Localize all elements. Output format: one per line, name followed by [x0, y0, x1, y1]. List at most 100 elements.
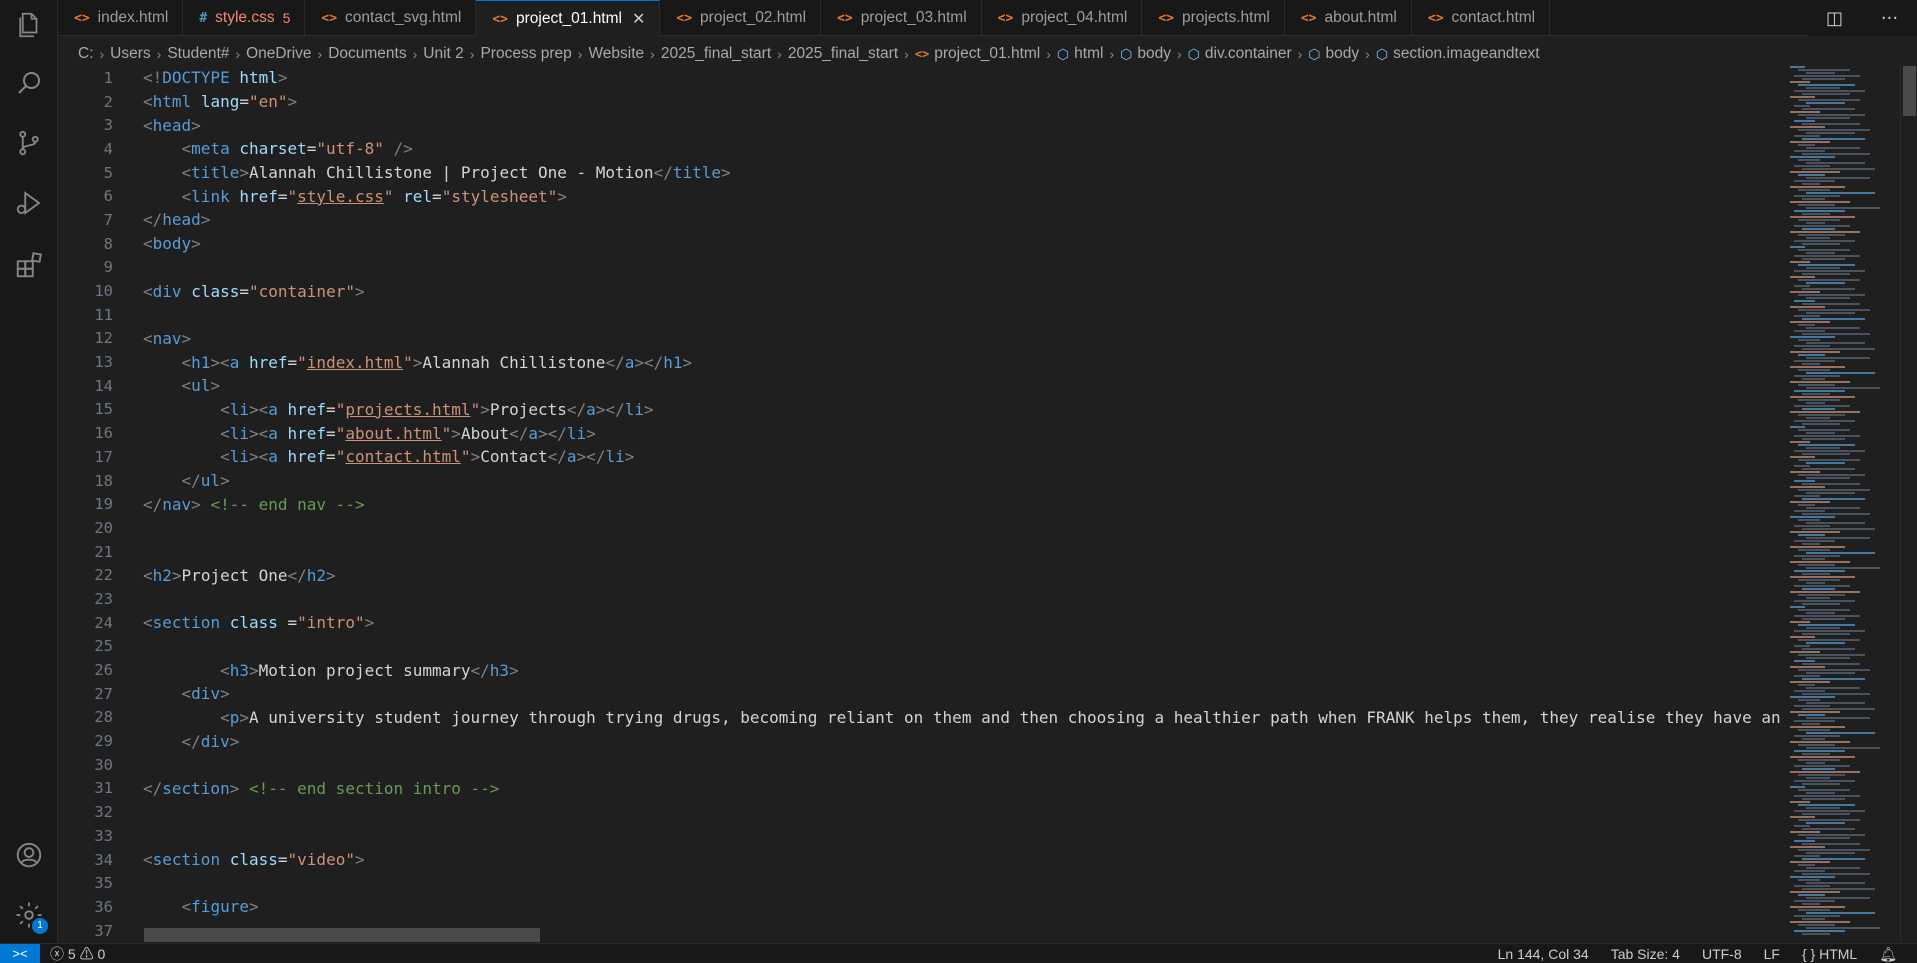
code-line[interactable]: 17 <li><a href="contact.html">Contact</a…	[58, 445, 1780, 469]
code-line[interactable]: 36 <figure>	[58, 895, 1780, 919]
tab-size[interactable]: Tab Size: 4	[1611, 946, 1680, 962]
code-line[interactable]: 10 <div class="container">	[58, 279, 1780, 303]
cursor-position[interactable]: Ln 144, Col 34	[1498, 946, 1589, 962]
source-control-icon[interactable]	[12, 126, 46, 160]
code-line[interactable]: 21	[58, 540, 1780, 564]
extensions-icon[interactable]	[12, 248, 46, 282]
minimap-line	[1798, 849, 1870, 851]
vertical-scrollbar[interactable]	[1900, 66, 1917, 943]
minimap[interactable]	[1780, 66, 1900, 943]
code-line[interactable]: 3 <head>	[58, 113, 1780, 137]
code-line[interactable]: 1 <!DOCTYPE html>	[58, 66, 1780, 90]
breadcrumb-item[interactable]: 2025_final_start ›	[661, 45, 788, 63]
breadcrumb-item[interactable]: ⬡ body ›	[1120, 45, 1188, 63]
encoding[interactable]: UTF-8	[1702, 946, 1742, 962]
account-icon[interactable]	[12, 838, 46, 872]
code-line[interactable]: 30	[58, 753, 1780, 777]
vertical-scrollbar-thumb[interactable]	[1903, 66, 1916, 116]
code-line[interactable]: 27 <div>	[58, 682, 1780, 706]
code-line[interactable]: 33	[58, 824, 1780, 848]
minimap-line	[1790, 546, 1845, 548]
tab-1[interactable]: # style.css 5	[183, 0, 306, 36]
code-line[interactable]: 35	[58, 871, 1780, 895]
problems-indicator[interactable]: ⓧ 5 ⚠ 0	[50, 944, 105, 963]
explorer-icon[interactable]	[12, 8, 46, 42]
code-line[interactable]: 14 <ul>	[58, 374, 1780, 398]
code-text: <div>	[181, 684, 230, 704]
minimap-line	[1806, 417, 1830, 419]
tab-5[interactable]: <> project_03.html	[821, 0, 982, 36]
tab-6[interactable]: <> project_04.html	[982, 0, 1143, 36]
breadcrumb-item[interactable]: 2025_final_start ›	[788, 45, 915, 63]
breadcrumb-item[interactable]: <> project_01.html ›	[915, 45, 1057, 63]
breadcrumb-item[interactable]: C: ›	[78, 45, 110, 63]
tab-problem-count: 5	[282, 10, 291, 26]
code-line[interactable]: 28 <p>A university student journey throu…	[58, 706, 1780, 730]
run-debug-icon[interactable]	[12, 186, 46, 220]
minimap-line	[1798, 159, 1820, 161]
code-line[interactable]: 19 </nav> <!-- end nav -->	[58, 492, 1780, 516]
language-mode[interactable]: { } HTML	[1802, 946, 1857, 962]
code-line[interactable]: 24 <section class ="intro">	[58, 611, 1780, 635]
tab-2[interactable]: <> contact_svg.html	[305, 0, 477, 36]
code-line[interactable]: 12 <nav>	[58, 327, 1780, 351]
html-file-icon: <>	[676, 10, 693, 26]
breadcrumb-item[interactable]: Documents ›	[328, 45, 423, 63]
minimap-line	[1790, 111, 1820, 113]
code-line[interactable]: 29 </div>	[58, 729, 1780, 753]
code-line[interactable]: 8 <body>	[58, 232, 1780, 256]
horizontal-scrollbar[interactable]	[144, 928, 540, 942]
tab-3[interactable]: <> project_01.html ✕	[476, 0, 661, 37]
tab-0[interactable]: <> index.html	[58, 0, 184, 36]
code-line[interactable]: 18 </ul>	[58, 469, 1780, 493]
settings-gear-icon[interactable]: 1	[12, 898, 48, 934]
code-line[interactable]: 11	[58, 303, 1780, 327]
code-line[interactable]: 23	[58, 587, 1780, 611]
code-line[interactable]: 20	[58, 516, 1780, 540]
code-line[interactable]: 32	[58, 800, 1780, 824]
tab-9[interactable]: <> contact.html	[1412, 0, 1551, 36]
code-line[interactable]: 7 </head>	[58, 208, 1780, 232]
notifications-bell-icon[interactable]: 🔔︎	[1879, 946, 1897, 963]
code-editor[interactable]: 1 <!DOCTYPE html> 2 <html lang="en"> 3 <head>…	[58, 66, 1780, 943]
breadcrumb-item[interactable]: Users ›	[110, 45, 167, 63]
code-line[interactable]: 4 <meta charset="utf-8" />	[58, 137, 1780, 161]
more-actions-icon[interactable]: ···	[1881, 8, 1898, 29]
tab-7[interactable]: <> projects.html	[1142, 0, 1285, 36]
breadcrumb-item[interactable]: Process prep ›	[480, 45, 588, 63]
minimap-line	[1806, 762, 1825, 764]
line-number: 36	[94, 897, 113, 916]
split-editor-icon[interactable]: ◫	[1826, 8, 1843, 29]
minimap-line	[1790, 381, 1850, 383]
end-of-line[interactable]: LF	[1764, 946, 1780, 962]
tab-8[interactable]: <> about.html	[1285, 0, 1412, 36]
code-line[interactable]: 15 <li><a href="projects.html">Projects<…	[58, 398, 1780, 422]
search-icon[interactable]	[12, 66, 46, 100]
breadcrumb-item[interactable]: Unit 2 ›	[423, 45, 480, 63]
breadcrumb-item[interactable]: OneDrive ›	[246, 45, 328, 63]
breadcrumb-label: Student#	[167, 45, 230, 62]
breadcrumb-item[interactable]: ⬡ div.container ›	[1188, 45, 1309, 63]
code-line[interactable]: 13 <h1><a href="index.html">Alannah Chil…	[58, 350, 1780, 374]
code-line[interactable]: 34 <section class="video">	[58, 848, 1780, 872]
code-line[interactable]: 25	[58, 635, 1780, 659]
code-line[interactable]: 26 <h3>Motion project summary</h3>	[58, 658, 1780, 682]
minimap-line	[1806, 657, 1850, 659]
minimap-line	[1798, 774, 1845, 776]
code-line[interactable]: 9	[58, 256, 1780, 280]
close-icon[interactable]: ✕	[632, 9, 645, 29]
breadcrumb-item[interactable]: ⬡ section.imageandtext	[1376, 45, 1540, 63]
remote-indicator[interactable]: ><	[0, 943, 40, 963]
code-line[interactable]: 31 </section> <!-- end section intro -->	[58, 777, 1780, 801]
breadcrumb-item[interactable]: Student# ›	[167, 45, 246, 63]
code-line[interactable]: 22 <h2>Project One</h2>	[58, 563, 1780, 587]
tab-4[interactable]: <> project_02.html	[660, 0, 822, 36]
code-line[interactable]: 5 <title>Alannah Chillistone | Project O…	[58, 161, 1780, 185]
breadcrumb-item[interactable]: ⬡ html ›	[1057, 45, 1120, 63]
minimap-line	[1802, 858, 1865, 860]
code-line[interactable]: 2 <html lang="en">	[58, 90, 1780, 114]
code-line[interactable]: 6 <link href="style.css" rel="stylesheet…	[58, 184, 1780, 208]
breadcrumb-item[interactable]: Website ›	[588, 45, 660, 63]
breadcrumb-item[interactable]: ⬡ body ›	[1308, 45, 1376, 63]
code-line[interactable]: 16 <li><a href="about.html">About</a></l…	[58, 421, 1780, 445]
